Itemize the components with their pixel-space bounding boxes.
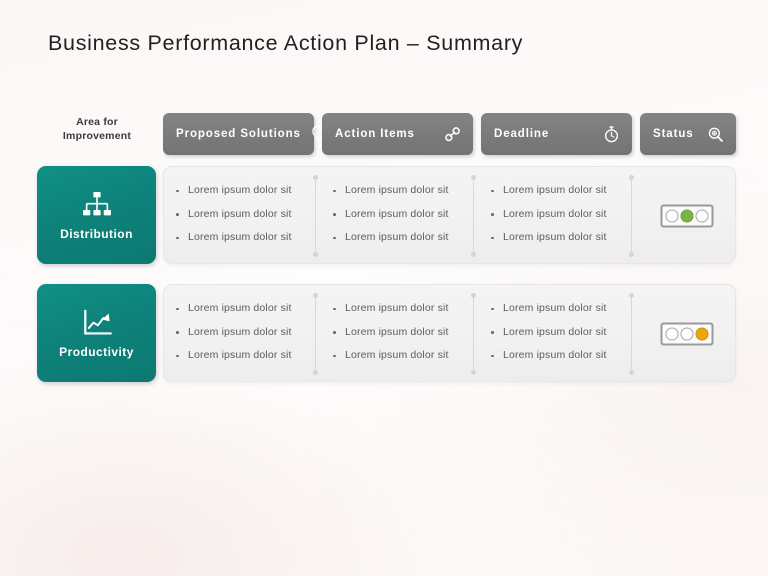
column-divider: [471, 175, 476, 257]
list-item: Lorem ipsum dolor sit: [326, 179, 472, 203]
column-divider: [629, 175, 634, 257]
column-header-label: Action Items: [335, 128, 415, 140]
cell-status: [642, 297, 732, 371]
page-title: Business Performance Action Plan – Summa…: [48, 31, 524, 55]
link-nodes-icon: [445, 126, 460, 141]
status-lamp-left: [665, 327, 679, 341]
cell-action-items: Lorem ipsum dolor sit Lorem ipsum dolor …: [326, 179, 472, 253]
bullet-list: Lorem ipsum dolor sit Lorem ipsum dolor …: [169, 179, 315, 250]
area-card-distribution[interactable]: Distribution: [37, 166, 156, 264]
list-item: Lorem ipsum dolor sit: [484, 203, 634, 227]
status-lamp-middle: [680, 209, 694, 223]
bullet-list: Lorem ipsum dolor sit Lorem ipsum dolor …: [169, 297, 315, 368]
cell-proposed-solutions: Lorem ipsum dolor sit Lorem ipsum dolor …: [169, 297, 315, 371]
column-header-action-items[interactable]: Action Items: [322, 113, 473, 155]
table-row: Lorem ipsum dolor sit Lorem ipsum dolor …: [163, 284, 736, 382]
cell-status: [642, 179, 732, 253]
org-chart-icon: [82, 192, 111, 216]
list-item: Lorem ipsum dolor sit: [169, 321, 315, 345]
area-label-line-2: Improvement: [62, 130, 132, 142]
bullet-list: Lorem ipsum dolor sit Lorem ipsum dolor …: [484, 179, 634, 250]
slide-canvas: Business Performance Action Plan – Summa…: [0, 0, 768, 576]
column-header-status[interactable]: Status: [640, 113, 736, 155]
cell-proposed-solutions: Lorem ipsum dolor sit Lorem ipsum dolor …: [169, 179, 315, 253]
list-item: Lorem ipsum dolor sit: [484, 179, 634, 203]
list-item: Lorem ipsum dolor sit: [484, 226, 634, 250]
status-lamp-right: [695, 327, 709, 341]
column-header-proposed-solutions[interactable]: Proposed Solutions: [163, 113, 325, 155]
status-lamp-middle: [680, 327, 694, 341]
growth-chart-icon: [83, 309, 112, 335]
list-item: Lorem ipsum dolor sit: [484, 297, 634, 321]
list-item: Lorem ipsum dolor sit: [484, 321, 634, 345]
area-card-productivity[interactable]: Productivity: [37, 284, 156, 382]
cell-deadline: Lorem ipsum dolor sit Lorem ipsum dolor …: [484, 297, 634, 371]
area-for-improvement-label: Area for Improvement: [37, 115, 157, 143]
list-item: Lorem ipsum dolor sit: [326, 321, 472, 345]
column-header-label: Deadline: [494, 128, 550, 140]
list-item: Lorem ipsum dolor sit: [169, 344, 315, 368]
stopwatch-icon: [604, 125, 619, 142]
bullet-list: Lorem ipsum dolor sit Lorem ipsum dolor …: [484, 297, 634, 368]
column-header-label: Proposed Solutions: [176, 128, 301, 140]
list-item: Lorem ipsum dolor sit: [326, 226, 472, 250]
status-lamp-right: [695, 209, 709, 223]
column-header-deadline[interactable]: Deadline: [481, 113, 632, 155]
column-divider: [313, 175, 318, 257]
list-item: Lorem ipsum dolor sit: [169, 179, 315, 203]
area-label-line-1: Area for: [76, 116, 118, 128]
list-item: Lorem ipsum dolor sit: [326, 344, 472, 368]
list-item: Lorem ipsum dolor sit: [326, 297, 472, 321]
list-item: Lorem ipsum dolor sit: [484, 344, 634, 368]
cell-deadline: Lorem ipsum dolor sit Lorem ipsum dolor …: [484, 179, 634, 253]
status-badge[interactable]: [660, 322, 714, 346]
column-header-label: Status: [653, 128, 694, 140]
cell-action-items: Lorem ipsum dolor sit Lorem ipsum dolor …: [326, 297, 472, 371]
list-item: Lorem ipsum dolor sit: [169, 226, 315, 250]
status-badge[interactable]: [660, 204, 714, 228]
area-card-label: Distribution: [60, 227, 133, 241]
column-divider: [313, 293, 318, 375]
list-item: Lorem ipsum dolor sit: [169, 203, 315, 227]
column-divider: [471, 293, 476, 375]
status-lamp-left: [665, 209, 679, 223]
column-divider: [629, 293, 634, 375]
list-item: Lorem ipsum dolor sit: [326, 203, 472, 227]
list-item: Lorem ipsum dolor sit: [169, 297, 315, 321]
bullet-list: Lorem ipsum dolor sit Lorem ipsum dolor …: [326, 297, 472, 368]
area-card-label: Productivity: [59, 345, 134, 359]
table-row: Lorem ipsum dolor sit Lorem ipsum dolor …: [163, 166, 736, 264]
bullet-list: Lorem ipsum dolor sit Lorem ipsum dolor …: [326, 179, 472, 250]
search-icon: [708, 127, 723, 142]
